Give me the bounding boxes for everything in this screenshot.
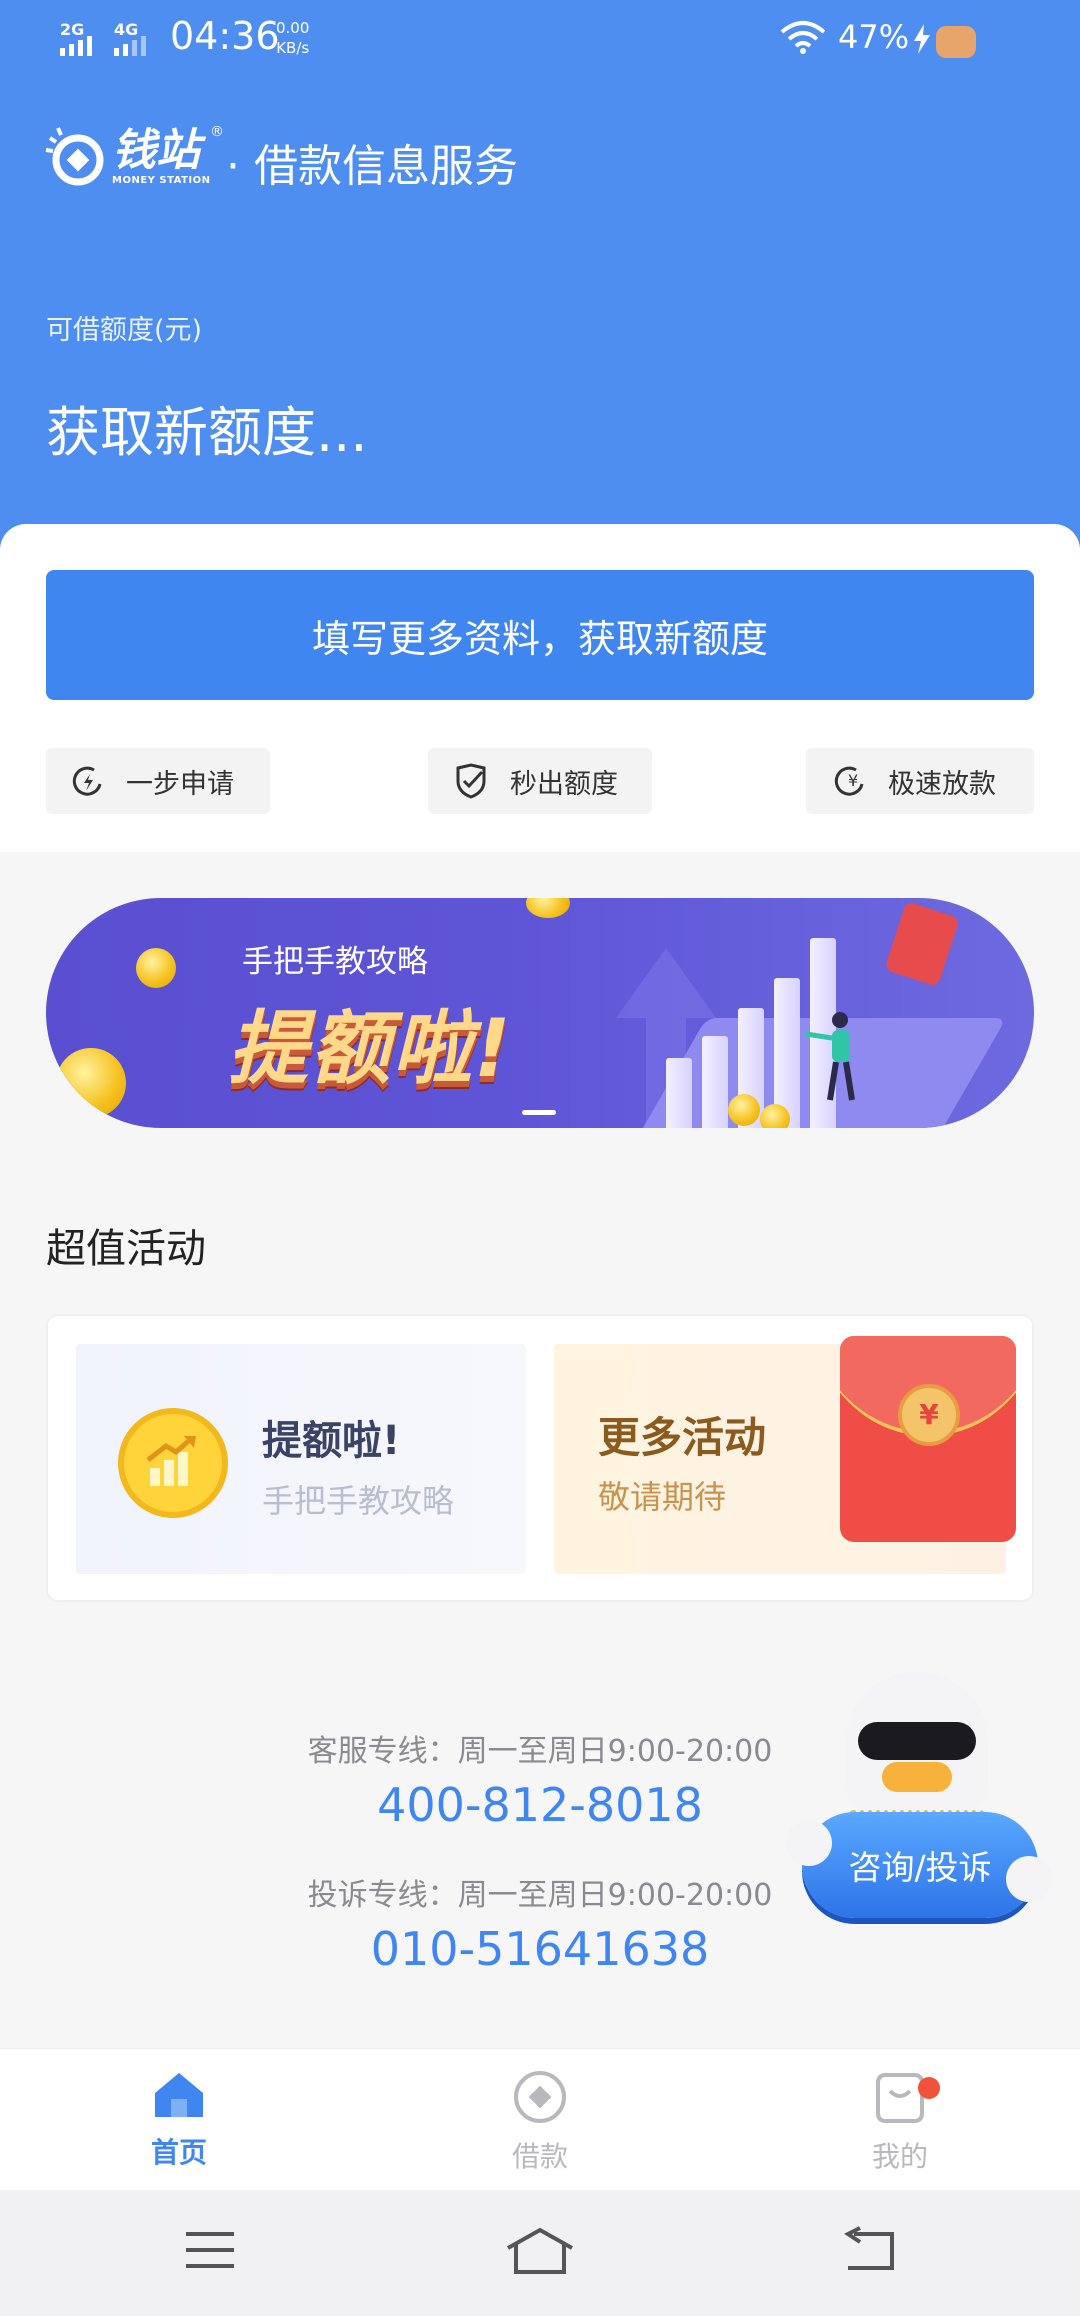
home-icon	[155, 2073, 203, 2117]
home-nav-icon[interactable]	[504, 2226, 576, 2276]
duck-wing-icon	[786, 1820, 832, 1866]
coin-icon	[56, 1048, 126, 1118]
network-speed-unit: KB/s	[276, 39, 310, 57]
tab-loan[interactable]: 借款	[440, 2069, 640, 2179]
red-envelope-icon: ¥	[840, 1336, 1016, 1542]
system-nav-bar	[0, 2190, 1080, 2316]
quota-label: 可借额度(元)	[46, 315, 203, 346]
sunglasses-icon	[858, 1722, 976, 1760]
tab-label: 借款	[511, 2140, 568, 2173]
tab-label: 我的	[871, 2140, 928, 2173]
complaint-hotline-label: 投诉专线：周一至周日9:00-20:00	[307, 1878, 773, 1913]
activity-card-raise-limit[interactable]: 提额啦! 手把手教攻略	[76, 1344, 526, 1574]
duck-wing-icon	[1006, 1856, 1052, 1902]
carousel-indicator	[522, 1110, 556, 1115]
chart-bar-icon	[666, 1058, 692, 1128]
registered-mark: ®	[210, 124, 224, 140]
svg-text:¥: ¥	[848, 771, 858, 790]
status-time: 04:36	[170, 14, 280, 58]
quota-value: 获取新额度...	[46, 401, 368, 464]
activity-title: 提额啦!	[262, 1418, 401, 1464]
feature-label: 秒出额度	[510, 768, 618, 800]
sun-logo-icon	[45, 127, 104, 186]
logo-subtitle: MONEY STATION	[112, 174, 211, 186]
network-speed: 0.00 KB/s	[276, 18, 309, 58]
coin-icon	[136, 948, 176, 988]
duck-mascot: 咨询/投诉	[786, 1660, 1052, 1920]
consult-complaint-button[interactable]: 咨询/投诉	[802, 1812, 1038, 1918]
coin-icon	[526, 898, 570, 918]
status-bar: 2G 4G 04:36 0.00 KB/s 47%	[0, 0, 1080, 80]
coin-icon	[760, 1104, 790, 1128]
bottom-tab-bar: 首页 借款 我的	[0, 2048, 1080, 2190]
tab-mine[interactable]: 我的	[800, 2069, 1000, 2179]
network-speed-value: 0.00	[276, 19, 310, 37]
yuan-refresh-icon: ¥	[834, 766, 864, 796]
complaint-hotline-number[interactable]: 010-51641638	[240, 1922, 840, 1976]
tab-label: 首页	[150, 2136, 207, 2169]
tab-home[interactable]: 首页	[79, 2069, 279, 2179]
loan-coin-icon	[514, 2071, 566, 2123]
service-hotline-label: 客服专线：周一至周日9:00-20:00	[307, 1734, 773, 1769]
menu-icon[interactable]	[182, 2226, 238, 2274]
feature-instant-quota: 秒出额度	[428, 748, 652, 814]
signal-bars-1-icon	[60, 36, 92, 56]
logo-name: 钱站	[112, 124, 200, 176]
signal-bars-2-icon	[114, 36, 146, 56]
profile-bag-icon	[876, 2073, 924, 2123]
wifi-icon	[780, 21, 826, 54]
battery-percent: 47%	[838, 18, 910, 56]
get-new-quota-button[interactable]: 填写更多资料，获取新额度	[46, 570, 1034, 700]
activity-subtitle: 敬请期待	[598, 1478, 727, 1516]
feature-label: 一步申请	[126, 768, 234, 800]
header-title: · 借款信息服务	[226, 141, 518, 192]
activity-panel: 提额啦! 手把手教攻略 更多活动 敬请期待 ¥	[46, 1314, 1034, 1602]
activity-subtitle: 手把手教攻略	[262, 1482, 455, 1520]
section-title: 超值活动	[46, 1226, 206, 1272]
chart-bar-icon	[702, 1036, 728, 1128]
promo-banner[interactable]: 手把手教攻略 提额啦!	[46, 898, 1034, 1128]
service-hotline-number[interactable]: 400-812-8018	[240, 1778, 840, 1832]
notification-badge	[918, 2077, 940, 2099]
feature-one-step-apply: 一步申请	[46, 748, 270, 814]
feature-label: 极速放款	[888, 768, 996, 800]
charging-bolt-icon	[914, 24, 930, 54]
banner-headline: 提额啦!	[228, 1002, 513, 1095]
red-envelope-icon	[884, 901, 960, 987]
coin-chart-icon	[118, 1408, 228, 1518]
duck-beak-icon	[882, 1762, 952, 1792]
shield-check-icon	[456, 763, 486, 799]
coin-icon	[728, 1094, 760, 1126]
brand-logo: 钱站 MONEY STATION	[44, 124, 211, 188]
lightning-refresh-icon	[72, 766, 102, 796]
header: 2G 4G 04:36 0.00 KB/s 47% 钱站 MONEY STATI…	[0, 0, 1080, 560]
notification-avatar-icon	[936, 26, 976, 58]
back-icon[interactable]	[840, 2226, 898, 2274]
quota-card: 填写更多资料，获取新额度 一步申请 秒出额度 ¥ 极速放款	[0, 524, 1080, 852]
banner-subtitle: 手把手教攻略	[242, 944, 428, 980]
feature-fast-loan: ¥ 极速放款	[806, 748, 1034, 814]
person-figure-icon	[805, 1012, 855, 1101]
activity-title: 更多活动	[598, 1413, 767, 1462]
